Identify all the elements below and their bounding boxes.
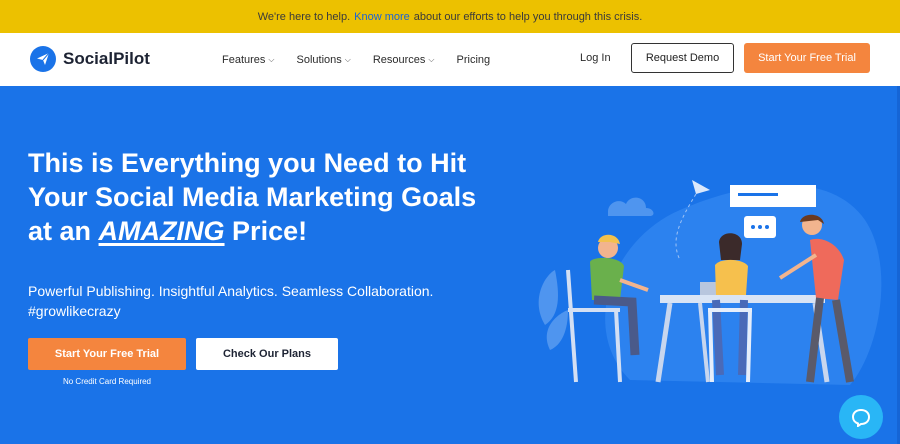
notice-bar: We're here to help. Know more about our … — [0, 0, 900, 33]
nav-resources-label: Resources — [372, 53, 426, 66]
hero-subtitle: Powerful Publishing. Insightful Analytic… — [28, 281, 488, 321]
nav-resources[interactable]: Resources ⌵ — [373, 54, 435, 66]
notice-text-before: We're here to help. — [257, 10, 351, 23]
hero-free-trial-button[interactable]: Start Your Free Trial — [28, 338, 186, 370]
logo[interactable]: SocialPilot — [30, 46, 150, 72]
notice-know-more-link[interactable]: Know more — [354, 11, 410, 23]
nav-solutions[interactable]: Solutions ⌵ — [297, 54, 351, 66]
nav-pricing[interactable]: Pricing — [457, 54, 491, 66]
hero-subtitle-line1: Powerful Publishing. Insightful Analytic… — [28, 283, 434, 299]
nav-features-label: Features — [222, 53, 266, 66]
hero-title-emphasis: AMAZING — [98, 216, 225, 246]
brand-name: SocialPilot — [63, 49, 150, 68]
check-plans-button[interactable]: Check Our Plans — [196, 338, 338, 370]
chevron-down-icon: ⌵ — [268, 54, 275, 64]
header-free-trial-button[interactable]: Start Your Free Trial — [744, 43, 870, 73]
nav-pricing-label: Pricing — [456, 53, 491, 66]
chevron-down-icon: ⌵ — [428, 54, 435, 64]
site-header: SocialPilot Features ⌵ Solutions ⌵ Resou… — [0, 33, 900, 86]
nav-features[interactable]: Features ⌵ — [222, 54, 275, 66]
hero-title-pre: at an — [28, 216, 92, 246]
request-demo-button[interactable]: Request Demo — [631, 43, 734, 73]
chevron-down-icon: ⌵ — [344, 54, 351, 64]
no-credit-card-note: No Credit Card Required — [62, 377, 152, 386]
hero-title-post: Price! — [232, 216, 308, 246]
hero-title-line1: This is Everything you Need to Hit — [28, 148, 467, 178]
team-collaboration-illustration — [538, 180, 882, 385]
chat-bubble-icon[interactable] — [839, 395, 883, 439]
notice-text-after: about our efforts to help you through th… — [413, 10, 643, 23]
hero-subtitle-line2: #growlikecrazy — [28, 303, 121, 319]
hero-title-line2: Your Social Media Marketing Goals — [28, 182, 477, 212]
login-link[interactable]: Log In — [580, 52, 611, 64]
main-nav: Features ⌵ Solutions ⌵ Resources ⌵ Prici… — [222, 33, 490, 86]
hero-title: This is Everything you Need to Hit Your … — [28, 146, 528, 248]
hero-title-line3: at an AMAZING Price! — [28, 214, 528, 248]
paper-plane-icon — [30, 46, 56, 72]
nav-solutions-label: Solutions — [296, 53, 342, 66]
